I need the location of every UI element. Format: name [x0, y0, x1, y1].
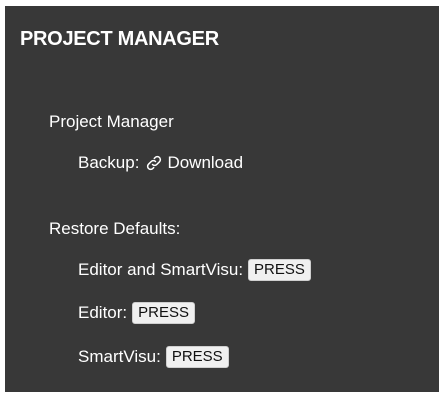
project-manager-heading: Project Manager [49, 112, 174, 131]
restore-editor-smartvisu-row: Editor and SmartVisu: PRESS [78, 258, 311, 282]
backup-row: Backup: Download [78, 151, 243, 175]
link-icon [147, 155, 162, 171]
restore-editor-smartvisu-button[interactable]: PRESS [248, 259, 311, 281]
download-link[interactable]: Download [145, 153, 243, 173]
restore-editor-smartvisu-label: Editor and SmartVisu: [78, 260, 244, 279]
restore-editor-row: Editor: PRESS [78, 301, 195, 325]
restore-defaults-heading: Restore Defaults: [49, 219, 181, 238]
restore-editor-button[interactable]: PRESS [132, 302, 195, 324]
restore-smartvisu-button[interactable]: PRESS [165, 346, 229, 368]
project-manager-panel: PROJECT MANAGER Project Manager Backup: … [5, 6, 439, 392]
restore-smartvisu-label: SmartVisu: [78, 347, 161, 366]
page-title: PROJECT MANAGER [20, 28, 219, 50]
restore-smartvisu-row: SmartVisu: PRESS [78, 345, 229, 369]
restore-editor-label: Editor: [78, 303, 128, 322]
backup-label: Backup: [78, 153, 140, 172]
download-label: Download [167, 153, 244, 172]
